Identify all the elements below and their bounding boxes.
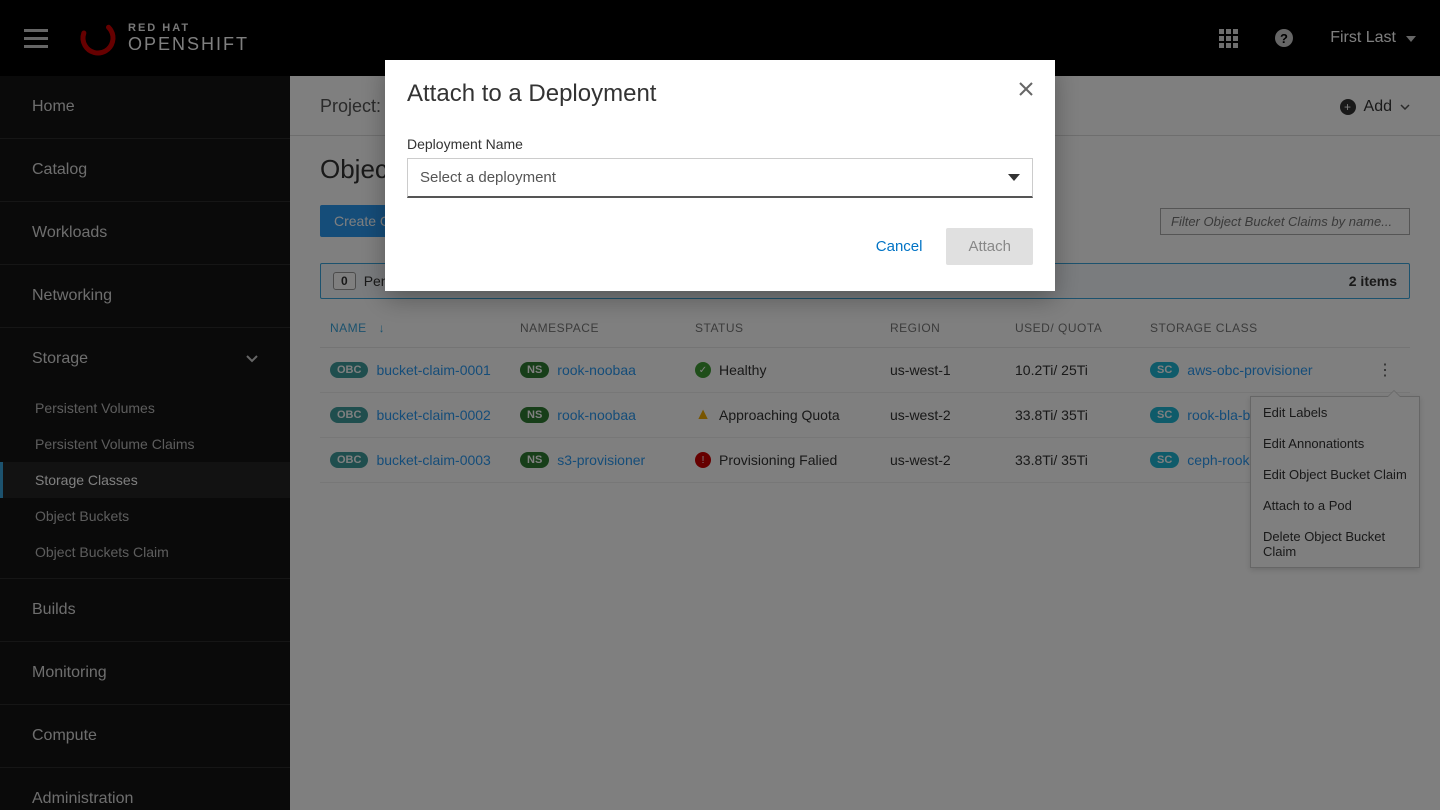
deployment-select[interactable]: Select a deployment: [407, 158, 1033, 198]
close-icon: [1019, 82, 1033, 96]
attach-deployment-modal: Attach to a Deployment Deployment Name S…: [385, 60, 1055, 291]
deployment-select-placeholder: Select a deployment: [420, 169, 556, 186]
modal-title: Attach to a Deployment: [407, 80, 656, 108]
attach-button[interactable]: Attach: [946, 228, 1033, 265]
caret-down-icon: [1008, 174, 1020, 181]
deployment-name-label: Deployment Name: [407, 136, 1033, 152]
cancel-button[interactable]: Cancel: [876, 238, 923, 255]
modal-close-button[interactable]: [1019, 80, 1033, 100]
